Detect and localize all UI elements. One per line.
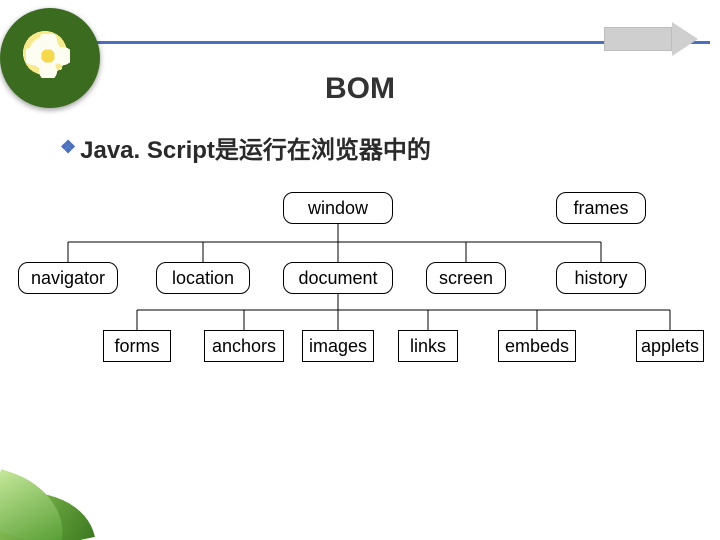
leaf-decoration [0,440,120,540]
bullet-diamond-icon: ❖ [60,137,76,158]
bom-tree-diagram: window frames navigator location documen… [0,190,720,390]
node-window: window [283,192,393,224]
bullet-item: ❖ Java. Script是运行在浏览器中的 [60,130,431,165]
leaf-links: links [398,330,458,362]
bullet-text: Java. Script是运行在浏览器中的 [80,130,431,165]
node-navigator: navigator [18,262,118,294]
leaf-anchors: anchors [204,330,284,362]
leaf-forms: forms [103,330,171,362]
arrow-decoration [604,22,700,56]
node-document: document [283,262,393,294]
slide-title: BOM [0,72,720,106]
node-frames: frames [556,192,646,224]
leaf-applets: applets [636,330,704,362]
node-history: history [556,262,646,294]
node-location: location [156,262,250,294]
leaf-embeds: embeds [498,330,576,362]
node-screen: screen [426,262,506,294]
leaf-images: images [302,330,374,362]
